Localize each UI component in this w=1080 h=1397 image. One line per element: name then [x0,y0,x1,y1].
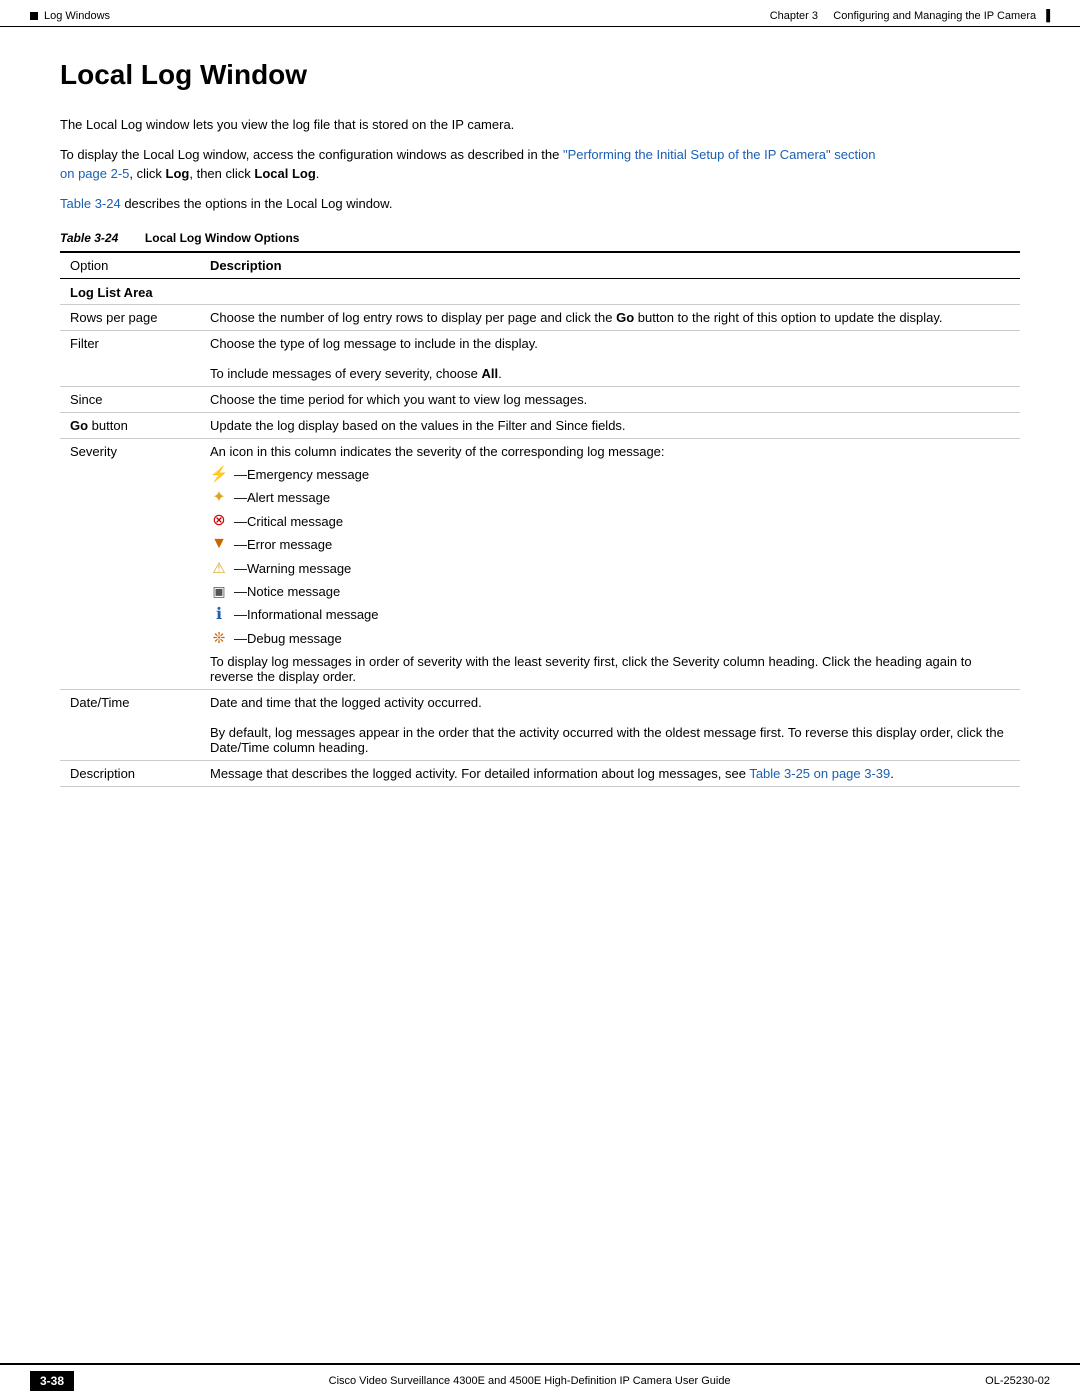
paragraph-1: The Local Log window lets you view the l… [60,115,880,135]
desc-description: Message that describes the logged activi… [200,761,1020,787]
info-icon: ℹ [210,606,228,624]
list-item: ❊ —Debug message [210,627,1010,650]
table-row: Severity An icon in this column indicate… [60,439,1020,690]
option-rows-per-page: Rows per page [60,305,200,331]
table-row: Date/Time Date and time that the logged … [60,690,1020,761]
list-item: ⊗ —Critical message [210,510,1010,533]
option-datetime: Date/Time [60,690,200,761]
desc-datetime: Date and time that the logged activity o… [200,690,1020,761]
col-header-option: Option [60,252,200,279]
header-chapter-title: Configuring and Managing the IP Camera [833,10,1036,22]
option-filter: Filter [60,331,200,387]
option-go-button: Go button [60,413,200,439]
emergency-icon: ⚡ [210,466,228,484]
list-item: ⚡ —Emergency message [210,463,1010,486]
desc-filter: Choose the type of log message to includ… [200,331,1020,387]
page-header: Log Windows Chapter 3 Configuring and Ma… [0,0,1080,27]
header-left: Log Windows [30,10,110,22]
option-severity: Severity [60,439,200,690]
table-row: Filter Choose the type of log message to… [60,331,1020,387]
table-caption-title: Local Log Window Options [145,231,300,245]
header-section-label: Log Windows [44,10,110,22]
options-table: Option Description Log List Area Rows pe… [60,251,1020,787]
list-item: ⚠ —Warning message [210,557,1010,580]
main-content: Local Log Window The Local Log window le… [0,29,1080,847]
warning-icon: ⚠ [210,559,228,577]
footer-center-text: Cisco Video Surveillance 4300E and 4500E… [74,1375,985,1387]
option-description: Description [60,761,200,787]
table-caption-label: Table 3-24 [60,231,118,245]
alert-icon: ✦ [210,489,228,507]
table-row: Go button Update the log display based o… [60,413,1020,439]
option-since: Since [60,387,200,413]
link-table-3-25[interactable]: Table 3-25 on page 3-39 [749,766,890,781]
footer-right-text: OL-25230-02 [985,1375,1050,1387]
table-section-label: Log List Area [60,279,1020,305]
desc-severity: An icon in this column indicates the sev… [200,439,1020,690]
notice-icon: ▣ [210,583,228,601]
table-caption: Table 3-24 Local Log Window Options [60,231,1020,245]
error-icon: ▼ [210,536,228,554]
page-title: Local Log Window [60,59,1020,91]
list-item: ▼ —Error message [210,533,1010,556]
table-row: Since Choose the time period for which y… [60,387,1020,413]
header-chapter: Chapter 3 [770,10,818,22]
page-footer: 3-38 Cisco Video Surveillance 4300E and … [0,1363,1080,1397]
table-row: Rows per page Choose the number of log e… [60,305,1020,331]
link-table-3-24[interactable]: Table 3-24 [60,196,121,211]
desc-rows-per-page: Choose the number of log entry rows to d… [200,305,1020,331]
list-item: ℹ —Informational message [210,603,1010,626]
header-marker [30,12,38,20]
col-header-description: Description [200,252,1020,279]
list-item: ▣ —Notice message [210,580,1010,603]
footer-page-number: 3-38 [30,1371,74,1391]
desc-since: Choose the time period for which you wan… [200,387,1020,413]
desc-go-button: Update the log display based on the valu… [200,413,1020,439]
paragraph-3: Table 3-24 describes the options in the … [60,194,880,214]
list-item: ✦ —Alert message [210,486,1010,509]
table-section-row: Log List Area [60,279,1020,305]
critical-icon: ⊗ [210,512,228,530]
table-row: Description Message that describes the l… [60,761,1020,787]
header-right: Chapter 3 Configuring and Managing the I… [770,10,1050,22]
severity-list: ⚡ —Emergency message ✦ —Alert message ⊗ … [210,459,1010,654]
debug-icon: ❊ [210,629,228,647]
paragraph-2: To display the Local Log window, access … [60,145,880,184]
table-header-row: Option Description [60,252,1020,279]
